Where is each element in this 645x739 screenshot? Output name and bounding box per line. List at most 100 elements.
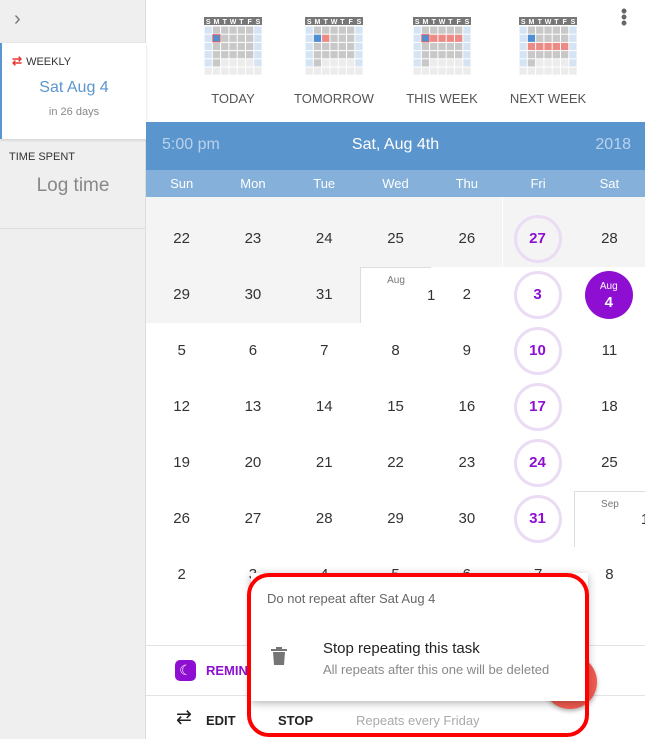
calendar-day[interactable]: 25	[574, 435, 645, 491]
calendar-day[interactable]: 24	[288, 211, 360, 267]
calendar-day[interactable]: 30	[431, 491, 502, 547]
repeat-icon: ⇄	[12, 54, 23, 68]
svg-text:M: M	[529, 19, 535, 26]
divider	[0, 228, 146, 229]
svg-text:W: W	[230, 19, 237, 26]
calendar-day[interactable]: 30	[217, 267, 289, 323]
calendar-day[interactable]: 25	[359, 211, 432, 267]
year-display[interactable]: 2018	[595, 136, 631, 154]
day-number: 30	[244, 286, 262, 303]
calendar-day[interactable]: 26	[431, 211, 503, 267]
day-number: 12	[173, 398, 190, 415]
repeat-day[interactable]: 10	[503, 323, 574, 379]
calendar-day[interactable]: 11	[574, 323, 645, 379]
more-options-icon[interactable]: • • •	[619, 2, 629, 32]
weekday-label: Mon	[240, 176, 266, 191]
calendar-day[interactable]: 23	[217, 211, 289, 267]
calendar-day[interactable]: 14	[289, 379, 360, 435]
quick-pick-tomorrow[interactable]: S M T W T F S TOMORROW	[294, 17, 374, 106]
calendar-day[interactable]: 16	[217, 197, 289, 211]
calendar-day[interactable]: 29	[360, 491, 431, 547]
day-number: 22	[387, 454, 404, 471]
quick-pick-today[interactable]: S M T W T F S TODAY	[193, 17, 273, 106]
repeat-summary: Repeats every Friday	[356, 713, 480, 728]
day-number: 5	[177, 342, 186, 359]
calendar-day[interactable]: 6	[217, 323, 288, 379]
calendar-day[interactable]: 15	[360, 379, 431, 435]
calendar-day[interactable]: 18	[574, 379, 645, 435]
calendar-day[interactable]: 21	[289, 435, 360, 491]
calendar-day[interactable]: 26	[146, 491, 217, 547]
day-number: 16	[458, 398, 476, 415]
calendar-day[interactable]: Sep1	[573, 491, 645, 547]
calendar-day[interactable]: 19	[431, 197, 503, 211]
due-date: Sat Aug 4	[39, 79, 109, 96]
calendar-day[interactable]: 31	[288, 267, 360, 323]
calendar-day[interactable]: 17	[288, 197, 360, 211]
quick-pick-label: THIS WEEK	[406, 91, 478, 106]
calendar-day[interactable]: 9	[431, 323, 502, 379]
day-number: 2	[462, 286, 471, 303]
quick-pick-this-week[interactable]: S M T W T F S THIS WEEK	[402, 17, 482, 106]
day-number: 29	[173, 286, 190, 303]
svg-text:T: T	[223, 19, 228, 26]
repeat-day[interactable]: 24	[503, 435, 574, 491]
log-time-button[interactable]: Log time	[0, 175, 146, 197]
repeat-day[interactable]: 3	[503, 267, 574, 323]
svg-text:T: T	[538, 19, 543, 26]
calendar-day[interactable]: 15	[146, 197, 218, 211]
day-number: 7	[320, 342, 329, 359]
day-number: 28	[601, 230, 618, 247]
day-number: 4	[604, 294, 613, 311]
calendar-day[interactable]: 20	[502, 197, 574, 211]
calendar-day[interactable]: Aug 1	[359, 267, 435, 323]
calendar-day[interactable]: 23	[431, 435, 502, 491]
day-number: 25	[601, 454, 618, 471]
calendar-day[interactable]: 5	[146, 323, 217, 379]
selected-day[interactable]: Aug 4	[574, 267, 645, 323]
stop-repeat-button[interactable]: STOP	[278, 713, 313, 728]
quick-pick-label: TODAY	[211, 91, 255, 106]
calendar-day[interactable]: 20	[217, 435, 288, 491]
svg-text:T: T	[432, 19, 437, 26]
repeat-day[interactable]: 17	[503, 379, 574, 435]
calendar-day[interactable]: 12	[146, 379, 217, 435]
day-number: 8	[605, 566, 614, 583]
weekday-label: Sat	[599, 176, 620, 191]
day-number: 25	[387, 230, 404, 247]
calendar-day[interactable]: 22	[146, 211, 218, 267]
edit-repeat-button[interactable]: EDIT	[206, 713, 236, 728]
quick-pick-next-week[interactable]: S M T W T F S NEXT WEEK	[508, 17, 588, 106]
calendar-day[interactable]: 27	[217, 491, 288, 547]
svg-text:T: T	[448, 19, 453, 26]
month-label: Aug	[599, 281, 618, 292]
calendar-day[interactable]: 16	[431, 379, 502, 435]
svg-text:S: S	[571, 19, 576, 26]
calendar-day[interactable]: 2	[431, 267, 502, 323]
calendar-day[interactable]: 7	[289, 323, 360, 379]
repeat-day[interactable]: 31	[503, 491, 574, 547]
svg-text:S: S	[465, 19, 470, 26]
calendar-day[interactable]: 29	[146, 267, 218, 323]
day-number: 27	[513, 215, 562, 263]
day-number: 21	[315, 454, 333, 471]
reminder-button[interactable]: REMIND	[206, 663, 257, 678]
menu-header: Do not repeat after Sat Aug 4	[267, 591, 436, 606]
repeat-day[interactable]: 27	[502, 211, 574, 267]
calendar-day[interactable]: 21	[573, 197, 645, 211]
calendar-day[interactable]: 8	[360, 323, 431, 379]
day-number: 18	[601, 398, 618, 415]
chevron-right-icon[interactable]: ›	[14, 8, 21, 31]
calendar-day[interactable]: 28	[573, 211, 645, 267]
due-date-card[interactable]: ⇄ WEEKLY Sat Aug 4 in 26 days	[0, 43, 146, 139]
calendar-day[interactable]: 28	[289, 491, 360, 547]
svg-text:S: S	[415, 19, 420, 26]
day-number: 24	[513, 439, 562, 487]
calendar-day[interactable]: 13	[217, 379, 288, 435]
calendar-day[interactable]: 19	[146, 435, 217, 491]
svg-text:M: M	[214, 19, 220, 26]
calendar-day[interactable]: 22	[360, 435, 431, 491]
calendar-day[interactable]: 2	[146, 547, 217, 603]
calendar-day[interactable]: 18	[359, 197, 432, 211]
stop-repeating-option[interactable]: Stop repeating this task	[323, 640, 480, 657]
